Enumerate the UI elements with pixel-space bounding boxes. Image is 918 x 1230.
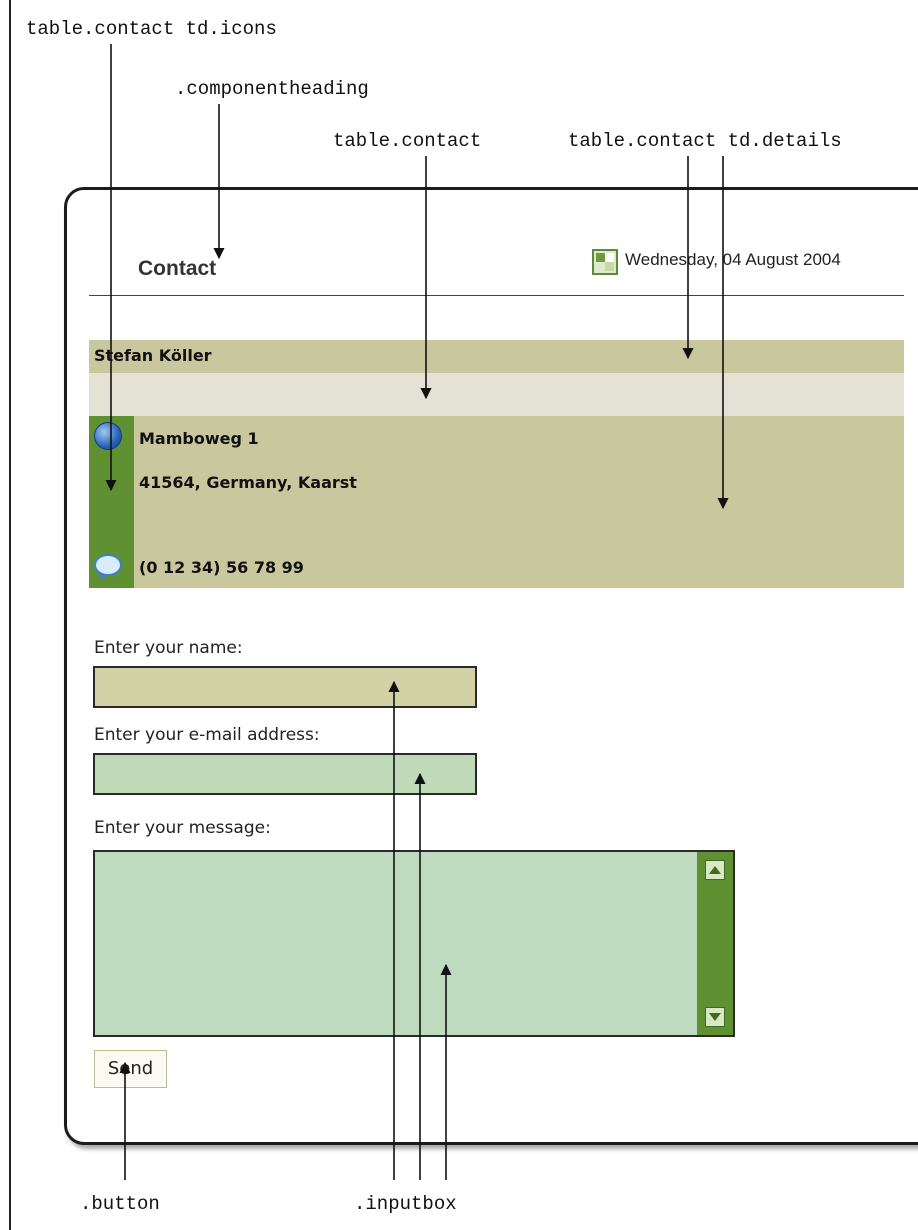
annotation-arrows xyxy=(105,44,729,1180)
